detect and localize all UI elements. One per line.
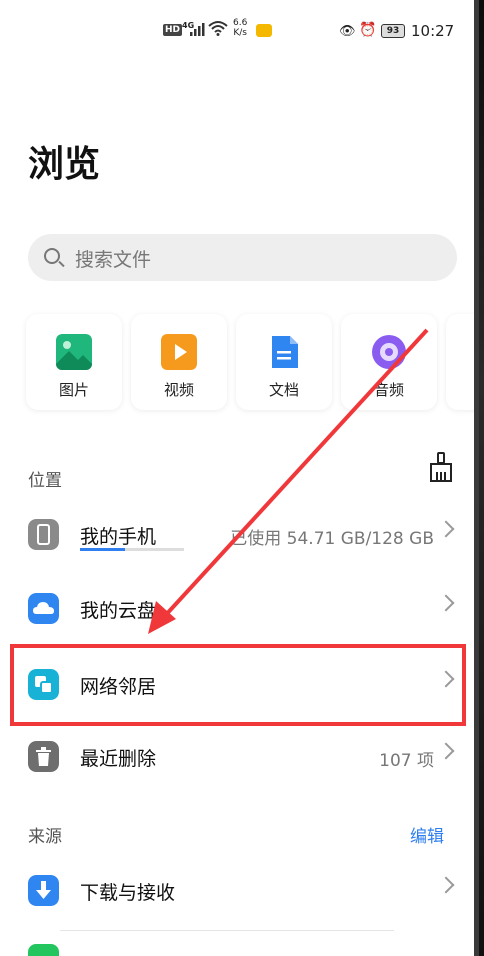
battery-icon: 93 — [381, 24, 405, 38]
network-speed: 6.6 K/s — [233, 18, 247, 38]
sources-section-title: 来源 — [28, 827, 62, 847]
source-label: 下载与接收 — [80, 882, 176, 904]
edit-sources-button[interactable]: 编辑 — [410, 822, 444, 847]
download-icon — [28, 875, 59, 906]
category-label: 文档 — [268, 381, 299, 399]
location-recently-deleted[interactable]: 最近删除 107 项 — [0, 722, 474, 792]
alarm-icon: ⏰ — [359, 22, 377, 38]
locations-section-title: 位置 — [28, 471, 62, 491]
category-image[interactable]: 图片 — [26, 314, 122, 410]
location-label: 我的手机 — [80, 526, 157, 548]
deleted-count: 107 项 — [379, 751, 434, 771]
page-title: 浏览 — [28, 144, 101, 185]
file-manager-screen: HD 4G 6.6 K/s 👁 ⏰ 93 10:27 浏览 搜索文件 图片 视频… — [0, 0, 474, 956]
audio-icon — [372, 335, 406, 369]
search-placeholder: 搜索文件 — [75, 249, 152, 271]
cloud-icon — [28, 593, 59, 624]
search-icon — [44, 248, 60, 264]
category-document[interactable]: 文档 — [236, 314, 332, 410]
document-icon — [272, 336, 298, 368]
speed-unit: K/s — [233, 28, 247, 38]
category-video[interactable]: 视频 — [131, 314, 227, 410]
image-icon — [56, 334, 92, 370]
mail-notification-icon — [256, 24, 272, 37]
storage-progress-bar — [80, 548, 184, 551]
location-label: 最近删除 — [80, 748, 157, 770]
right-edge — [479, 0, 484, 956]
chevron-right-icon — [437, 742, 455, 760]
wifi-icon — [208, 21, 228, 36]
chevron-right-icon — [437, 594, 455, 612]
chevron-right-icon — [437, 876, 455, 894]
highlight-box — [10, 644, 466, 726]
location-my-phone[interactable]: 我的手机 已使用 54.71 GB/128 GB — [0, 500, 474, 570]
video-icon — [161, 334, 197, 370]
category-label: 音频 — [373, 381, 404, 399]
category-label: 视频 — [163, 381, 194, 399]
partial-source-icon — [28, 944, 59, 956]
hd-badge: HD — [163, 24, 183, 36]
signal-icon — [190, 23, 205, 36]
divider — [60, 930, 394, 931]
broom-icon[interactable] — [428, 452, 454, 482]
chevron-right-icon — [437, 520, 455, 538]
trash-icon — [28, 741, 59, 772]
status-bar: HD 4G 6.6 K/s 👁 ⏰ 93 10:27 — [0, 14, 474, 48]
location-my-cloud[interactable]: 我的云盘 — [0, 574, 474, 644]
clock: 10:27 — [411, 22, 455, 40]
storage-progress-fill — [80, 548, 125, 551]
category-label: 图片 — [58, 381, 89, 399]
speed-value: 6.6 — [233, 18, 248, 28]
category-audio[interactable]: 音频 — [341, 314, 437, 410]
category-more[interactable] — [446, 314, 474, 410]
location-label: 我的云盘 — [80, 600, 157, 622]
category-row: 图片 视频 文档 音频 — [26, 314, 474, 410]
source-downloads[interactable]: 下载与接收 — [0, 856, 474, 926]
search-bar[interactable]: 搜索文件 — [28, 234, 457, 281]
storage-usage: 已使用 54.71 GB/128 GB — [230, 529, 434, 549]
phone-icon — [28, 519, 59, 550]
eye-comfort-icon: 👁 — [339, 24, 356, 39]
